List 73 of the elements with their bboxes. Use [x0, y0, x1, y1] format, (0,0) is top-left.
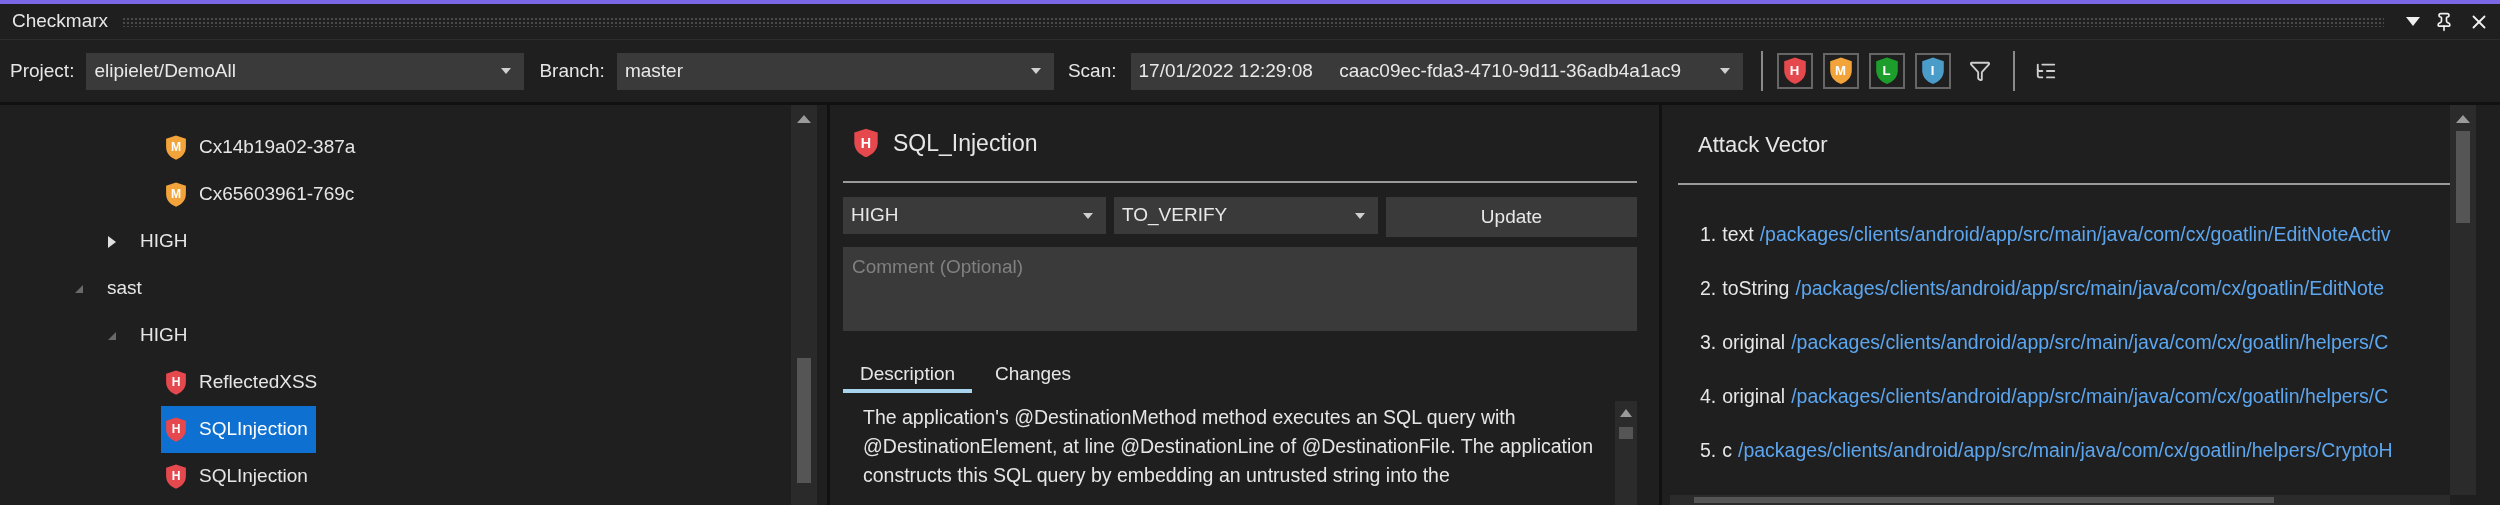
scrollbar-thumb[interactable]: [2456, 131, 2470, 223]
scroll-up-icon[interactable]: [797, 115, 811, 123]
node-number: 5.: [1700, 438, 1717, 464]
node-name: text: [1722, 222, 1754, 248]
expand-arrow-icon[interactable]: [108, 235, 116, 248]
node-number: 3.: [1700, 330, 1717, 356]
scrollbar[interactable]: [2450, 105, 2476, 495]
scrollbar[interactable]: [1615, 401, 1637, 505]
description-text: The application's @DestinationMethod method executes an SQL query with @DestinationElement, at line @DestinationLine of @DestinationFile. The application constructs this SQL query by embedding an untrusted string into the: [862, 405, 1594, 488]
branch-label: Branch:: [539, 58, 605, 83]
dropdown[interactable]: TO_VERIFY: [1114, 197, 1378, 234]
scroll-up-icon[interactable]: [1620, 409, 1632, 417]
finding-title: SQL_Injection: [893, 128, 1038, 158]
file-path-link[interactable]: /packages/clients/android/app/src/main/java/com/cx/goatlin/helpers/CryptoH: [1738, 436, 2393, 466]
node-name: original: [1722, 330, 1786, 356]
file-path-link[interactable]: /packages/clients/android/app/src/main/java/com/cx/goatlin/helpers/C: [1791, 382, 2389, 412]
collapse-arrow-icon[interactable]: [75, 284, 83, 293]
severity-letter: H: [171, 376, 181, 389]
caret-icon: [1029, 67, 1042, 75]
dropdown[interactable]: master: [616, 52, 1054, 90]
severity-letter: M: [170, 188, 182, 201]
scroll-up-icon[interactable]: [2456, 115, 2470, 123]
dropdown[interactable]: elipielet/DemoAll: [86, 52, 525, 90]
update-button[interactable]: Update: [1386, 197, 1637, 237]
severity-filter-button[interactable]: H: [1776, 53, 1813, 89]
severity-letter: L: [1882, 64, 1891, 78]
node-number: 4.: [1700, 384, 1717, 410]
severity-filter-button[interactable]: L: [1868, 53, 1905, 89]
filter-icon[interactable]: [1968, 60, 1991, 82]
pin-icon[interactable]: [2434, 11, 2454, 32]
node-name: c: [1722, 438, 1732, 464]
node-name: original: [1722, 384, 1786, 410]
scrollbar-thumb[interactable]: [1619, 427, 1633, 439]
node-number: 1.: [1700, 222, 1717, 248]
severity-letter: H: [171, 423, 181, 436]
collapse-arrow-icon[interactable]: [108, 331, 116, 340]
severity-letter: H: [860, 135, 872, 151]
severity-letter: M: [170, 141, 182, 154]
node-name: toString: [1722, 276, 1790, 302]
tree-item[interactable]: M Cx65603961-769c: [161, 171, 363, 218]
dropdown[interactable]: HIGH: [843, 197, 1106, 234]
caret-icon: [1082, 211, 1094, 220]
file-path-link[interactable]: /packages/clients/android/app/src/main/java/com/cx/goatlin/helpers/C: [1791, 328, 2389, 358]
panel-title: Attack Vector: [1698, 130, 1828, 159]
scrollbar-thumb[interactable]: [1694, 497, 2274, 503]
severity-letter: H: [1789, 64, 1800, 78]
tree-item[interactable]: H ReflectedXSS: [161, 359, 326, 406]
dropdown-arrow-icon[interactable]: [2406, 16, 2420, 27]
scrollbar[interactable]: [791, 105, 817, 505]
tree-group[interactable]: sast: [107, 274, 142, 303]
tree-group[interactable]: HIGH: [140, 321, 188, 350]
tree-item[interactable]: M Cx14b19a02-387a: [161, 124, 364, 171]
scrollbar-thumb[interactable]: [797, 358, 811, 483]
severity-letter: I: [1930, 64, 1935, 78]
horizontal-scrollbar[interactable]: [1670, 495, 2450, 505]
severity-letter: M: [1835, 64, 1846, 78]
file-path-link[interactable]: /packages/clients/android/app/src/main/java/com/cx/goatlin/EditNoteActiv: [1759, 220, 2391, 250]
caret-icon: [1718, 67, 1731, 75]
dropdown[interactable]: 17/01/2022 12:29:08 caac09ec-fda3-4710-9d11-36adb4a1ac9: [1130, 52, 1743, 90]
tab[interactable]: Changes: [978, 359, 1089, 393]
tree-item[interactable]: H SQLInjection: [161, 406, 316, 453]
project-label: Project:: [10, 58, 75, 83]
tab[interactable]: Description: [843, 359, 973, 393]
caret-icon: [1354, 211, 1366, 220]
caret-icon: [500, 67, 513, 75]
severity-letter: H: [171, 470, 181, 483]
file-path-link[interactable]: /packages/clients/android/app/src/main/java/com/cx/goatlin/EditNote: [1795, 274, 2385, 304]
node-number: 2.: [1700, 276, 1717, 302]
tree-item[interactable]: H SQLInjection: [161, 453, 316, 500]
comment-field[interactable]: Comment (Optional): [843, 247, 1637, 331]
scan-label: Scan:: [1067, 58, 1117, 83]
window-title: Checkmarx: [12, 9, 109, 34]
tree-group[interactable]: HIGH: [140, 227, 188, 256]
